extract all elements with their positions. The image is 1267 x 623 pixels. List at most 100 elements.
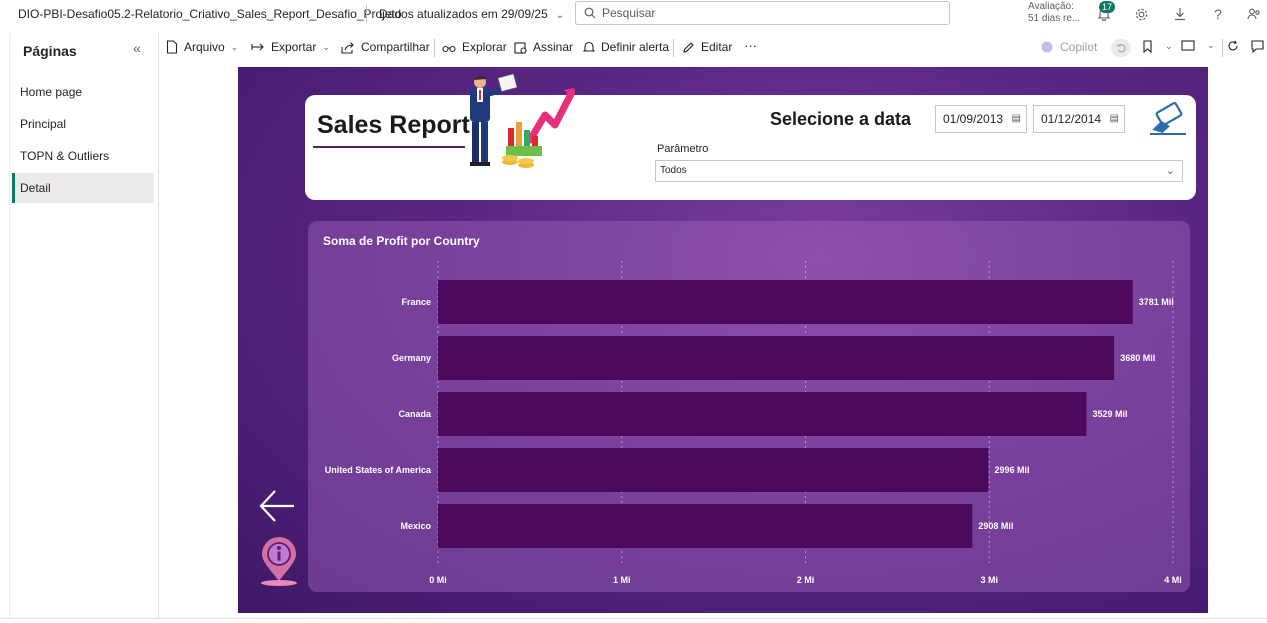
chevron-down-icon: ⌄ <box>1165 41 1173 51</box>
notification-count-badge: 17 <box>1099 1 1115 13</box>
end-date-value: 01/12/2014 <box>1041 112 1102 126</box>
subscribe-icon <box>514 41 527 54</box>
sidebar-item-home-page[interactable]: Home page <box>12 77 154 107</box>
calendar-icon[interactable]: ▤ <box>1110 106 1119 132</box>
comments-button[interactable] <box>1251 40 1267 53</box>
pages-pane-title: Páginas <box>23 43 77 59</box>
people-icon <box>1247 8 1260 20</box>
profit-by-country-chart[interactable]: Soma de Profit por Country 0 Mi 1 Mi 2 Mi 3… <box>308 221 1190 592</box>
collapsed-nav-strip <box>0 34 10 623</box>
x-tick-label: 0 Mi <box>429 575 447 585</box>
sidebar-item-detail[interactable]: Detail <box>12 173 154 203</box>
definir-alerta-label: Definir alerta <box>601 40 670 54</box>
file-icon <box>166 40 178 54</box>
status-bar <box>0 618 1267 623</box>
copilot-button[interactable]: Copilot <box>1040 40 1097 54</box>
data-label: 3680 Mil <box>1120 353 1155 363</box>
undo-icon <box>1116 43 1126 52</box>
sidebar-item-principal[interactable]: Principal <box>12 109 154 139</box>
category-label: United States of America <box>325 465 432 475</box>
collapse-pane-icon[interactable]: « <box>133 40 141 56</box>
bell-icon <box>583 41 595 52</box>
chevron-down-icon: ⌄ <box>1207 40 1215 50</box>
category-label: Canada <box>398 409 432 419</box>
parameter-selected-value: Todos <box>660 165 687 176</box>
explorar-label: Explorar <box>462 40 507 54</box>
chevron-down-icon: ⌄ <box>230 41 239 52</box>
divider <box>434 39 435 57</box>
arquivo-menu[interactable]: Arquivo ⌄ <box>166 40 238 54</box>
pages-pane: Páginas « Home page Principal TOPN & Out… <box>10 34 159 623</box>
binoculars-icon <box>442 45 456 53</box>
refresh-button[interactable] <box>1227 40 1245 52</box>
editar-button[interactable]: Editar <box>682 40 732 54</box>
exportar-menu[interactable]: Exportar ⌄ <box>251 40 330 54</box>
divider <box>366 5 367 23</box>
trial-label: Avaliação: <box>1028 1 1074 12</box>
compartilhar-label: Compartilhar <box>361 40 430 54</box>
eraser-icon[interactable] <box>1148 101 1188 135</box>
more-icon: ··· <box>744 38 757 53</box>
copilot-icon <box>1041 41 1053 53</box>
trial-days: 51 dias re... <box>1028 13 1081 24</box>
start-date-input[interactable]: 01/09/2013 ▤ <box>935 105 1027 133</box>
bar <box>438 504 973 548</box>
compartilhar-button[interactable]: Compartilhar <box>341 40 430 54</box>
app-header: DIO-PBI-Desafio05.2-Relatorio_Criativo_S… <box>0 0 1267 28</box>
trial-status[interactable]: Avaliação: 51 dias re... <box>1028 1 1080 25</box>
title-underline <box>313 146 465 148</box>
sidebar-item-topn-outliers[interactable]: TOPN & Outliers <box>12 141 154 171</box>
view-icon <box>1181 40 1195 51</box>
refresh-icon <box>1228 40 1238 51</box>
more-options-button[interactable]: ··· <box>744 38 757 53</box>
data-label: 2908 Mil <box>978 521 1013 531</box>
bar <box>438 448 989 492</box>
chevron-down-icon: ⌄ <box>1165 165 1175 177</box>
exportar-label: Exportar <box>271 40 317 54</box>
editar-label: Editar <box>701 40 733 54</box>
share-icon <box>341 41 354 54</box>
category-label: Mexico <box>400 521 431 531</box>
data-label: 2996 Mil <box>995 465 1030 475</box>
date-filter-label: Selecione a data <box>770 109 912 129</box>
data-label: 3781 Mil <box>1139 297 1174 307</box>
data-label: 3529 Mil <box>1092 409 1127 419</box>
category-label: Germany <box>392 353 431 363</box>
definir-alerta-button[interactable]: Definir alerta <box>583 40 669 54</box>
copilot-label: Copilot <box>1060 40 1098 54</box>
report-file-title[interactable]: DIO-PBI-Desafio05.2-Relatorio_Criativo_S… <box>18 7 402 21</box>
pencil-icon <box>683 41 694 53</box>
report-title: Sales Report <box>317 111 470 139</box>
x-tick-label: 2 Mi <box>797 575 815 585</box>
parameter-dropdown[interactable]: Todos ⌄ <box>655 160 1183 182</box>
end-date-input[interactable]: 01/12/2014 ▤ <box>1033 105 1125 133</box>
x-tick-label: 1 Mi <box>613 575 631 585</box>
parameter-label: Parâmetro <box>657 143 709 155</box>
divider <box>1222 39 1223 57</box>
assinar-button[interactable]: Assinar <box>514 40 573 54</box>
report-toolbar: Arquivo ⌄ Exportar ⌄ Compartilhar Explorar… <box>158 34 1267 62</box>
comment-icon <box>1251 40 1264 53</box>
view-button[interactable]: ⌄ <box>1181 40 1215 51</box>
chevron-down-icon: ⌄ <box>555 10 565 21</box>
explorar-button[interactable]: Explorar <box>442 40 507 54</box>
search-placeholder: Pesquisar <box>602 6 656 20</box>
data-updated-label: Dados atualizados em 29/09/25 <box>379 7 548 21</box>
share-people-button[interactable] <box>1245 5 1263 23</box>
calendar-icon[interactable]: ▤ <box>1012 106 1021 132</box>
businessman-illustration <box>470 73 575 168</box>
download-button[interactable] <box>1171 5 1189 23</box>
settings-button[interactable] <box>1132 5 1150 23</box>
download-icon <box>1175 8 1185 21</box>
info-pin-icon[interactable] <box>258 537 300 587</box>
back-arrow-icon[interactable] <box>258 487 296 525</box>
reset-button[interactable] <box>1111 39 1131 57</box>
chevron-down-icon: ⌄ <box>322 41 330 52</box>
search-input[interactable]: Pesquisar <box>575 1 950 25</box>
bar <box>438 280 1133 324</box>
data-updated-dropdown[interactable]: Dados atualizados em 29/09/25 ⌄ <box>379 7 564 21</box>
category-label: France <box>401 297 431 307</box>
help-button[interactable]: ? <box>1209 5 1227 23</box>
bookmark-button[interactable]: ⌄ <box>1142 40 1173 53</box>
gear-icon <box>1135 8 1147 20</box>
